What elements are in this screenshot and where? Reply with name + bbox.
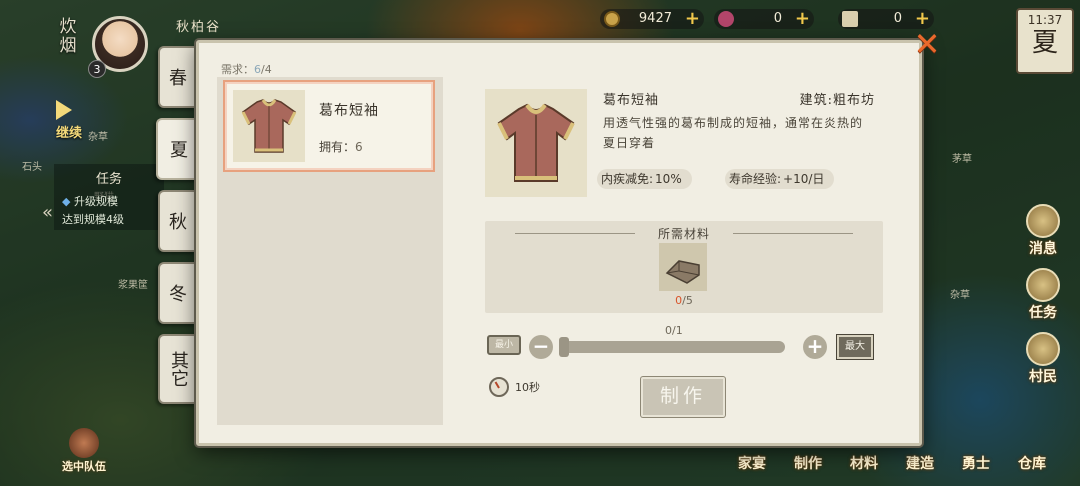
menu-craft[interactable]: 制作 — [782, 446, 834, 482]
menu-warehouse[interactable]: 仓库 — [1006, 446, 1058, 482]
task-item[interactable]: ◆ 升级规模 — [54, 193, 164, 209]
requirement-current: 6 — [254, 63, 261, 76]
requirement-label: 需求： — [221, 63, 254, 76]
decrease-quantity-button[interactable]: − — [529, 335, 553, 359]
materials-panel: 所需材料 0/5 — [485, 221, 883, 313]
level-badge: 3 — [88, 60, 106, 78]
tab-autumn[interactable]: 秋 — [158, 190, 196, 252]
continue-button[interactable]: 继续 — [56, 100, 82, 141]
map-label-stone: 石头 — [22, 162, 42, 173]
ticket-value: 0 — [893, 11, 902, 26]
map-label-weeds-2: 杂草 — [950, 290, 970, 301]
quantity-label: 0/1 — [665, 324, 683, 337]
menu-tasks-label: 任务 — [1029, 305, 1057, 321]
diamond-icon: ◆ — [62, 195, 71, 208]
detail-description: 用透气性强的葛布制成的短袖，通常在炎热的夏日穿着 — [603, 116, 864, 150]
stat-2-value: +10/日 — [783, 172, 825, 186]
menu-warriors[interactable]: 勇士 — [950, 446, 1002, 482]
material-need: /5 — [682, 294, 693, 307]
add-gems-button[interactable]: + — [795, 9, 810, 29]
add-coins-button[interactable]: + — [685, 9, 700, 29]
stat-lifespan-exp: 寿命经验: +10/日 — [725, 169, 835, 189]
close-button[interactable]: ✕ — [912, 28, 942, 60]
menu-messages[interactable]: 消息 — [1018, 204, 1068, 264]
stat-2-label: 寿命经验: — [729, 172, 782, 186]
materials-title: 所需材料 — [485, 225, 883, 242]
right-side-menu: 消息 任务 村民 — [1018, 200, 1068, 394]
item-owned: 拥有：6 — [319, 138, 363, 155]
ticket-icon — [842, 11, 858, 27]
map-label-thatch: 茅草 — [952, 154, 972, 165]
requirement-text: 需求：6/4 — [221, 61, 272, 77]
mood-label: 炊烟 — [59, 17, 77, 56]
increase-quantity-button[interactable]: + — [803, 335, 827, 359]
stat-1-value: 10% — [655, 172, 682, 186]
min-quantity-button[interactable]: 最小 — [487, 335, 521, 355]
item-owned-label: 拥有： — [319, 140, 356, 154]
villager-icon — [1026, 332, 1060, 366]
tab-other[interactable]: 其它 — [158, 334, 196, 404]
quantity-slider[interactable] — [559, 337, 785, 357]
select-team-button[interactable]: 选中队伍 — [54, 428, 114, 474]
clock-season: 夏 — [1031, 28, 1058, 58]
menu-build[interactable]: 建造 — [894, 446, 946, 482]
quantity-slider-handle[interactable] — [559, 337, 569, 357]
detail-name: 葛布短袖 — [603, 93, 660, 108]
detail-building: 建筑:粗布坊 — [799, 93, 875, 108]
cloth-bolt-icon[interactable] — [659, 243, 707, 291]
list-item[interactable]: 葛布短袖 拥有：6 — [223, 80, 435, 172]
item-name: 葛布短袖 — [319, 103, 379, 119]
stat-disease-reduction: 内疾减免: 10% — [597, 169, 692, 189]
gem-icon — [718, 11, 734, 27]
season-clock[interactable]: 11:37 夏 — [1016, 8, 1074, 74]
location-name: 秋柏谷 — [176, 20, 222, 35]
menu-villagers-label: 村民 — [1029, 369, 1057, 385]
task-item-label: 升级规模 — [73, 195, 118, 208]
tab-summer[interactable]: 夏 — [156, 118, 200, 180]
crafting-dialog: 需求：6/4 葛布短袖 拥有：6 葛布短袖 建筑:粗布坊 用透气性强的葛布制成的… — [196, 40, 922, 446]
material-count: 0/5 — [485, 294, 883, 307]
clock-time: 11:37 — [1027, 13, 1063, 27]
tab-winter[interactable]: 冬 — [158, 262, 196, 324]
continue-label: 继续 — [56, 126, 83, 141]
task-subtitle: 达到规模4级 — [62, 213, 124, 226]
craft-time: 10秒 — [515, 381, 540, 394]
coin-icon — [604, 11, 620, 27]
select-team-label: 选中队伍 — [62, 460, 106, 473]
gem-counter: 0 + — [714, 9, 814, 29]
stat-1-label: 内疾减免: — [601, 172, 654, 186]
task-panel[interactable]: 任务 ◆ 升级规模 达到规模4级 — [54, 164, 164, 230]
item-list: 葛布短袖 拥有：6 — [217, 77, 443, 425]
map-label-berry-basket: 浆果筐 — [118, 280, 148, 291]
shirt-icon — [233, 90, 305, 162]
season-tabs: 春 夏 秋 冬 其它 — [156, 46, 200, 414]
menu-materials[interactable]: 材料 — [838, 446, 890, 482]
play-icon — [56, 100, 72, 120]
clock-icon — [489, 377, 509, 397]
tab-spring[interactable]: 春 — [158, 46, 196, 108]
max-quantity-button[interactable]: 最大 — [837, 335, 873, 359]
item-owned-count: 6 — [355, 140, 363, 154]
map-label-weeds: 杂草 — [88, 132, 108, 143]
menu-banquet[interactable]: 家宴 — [726, 446, 778, 482]
craft-button[interactable]: 制作 — [641, 377, 725, 417]
tab-other-label: 其它 — [168, 351, 189, 387]
collapse-task-button[interactable]: « — [42, 202, 53, 223]
team-icon — [69, 428, 99, 458]
message-icon — [1026, 204, 1060, 238]
shirt-large-icon — [485, 89, 587, 197]
bottom-menu-bar: 家宴 制作 材料 建造 勇士 仓库 — [726, 446, 1066, 482]
player-hud[interactable]: 炊烟 3 — [44, 8, 154, 78]
menu-messages-label: 消息 — [1029, 241, 1057, 257]
scroll-icon — [1026, 268, 1060, 302]
coin-value: 9427 — [638, 11, 672, 26]
task-panel-title: 任务 — [95, 172, 122, 187]
requirement-total: /4 — [261, 63, 272, 76]
menu-tasks[interactable]: 任务 — [1018, 268, 1068, 328]
gem-value: 0 — [773, 11, 782, 26]
menu-villagers[interactable]: 村民 — [1018, 332, 1068, 392]
coin-counter: 9427 + — [600, 9, 704, 29]
